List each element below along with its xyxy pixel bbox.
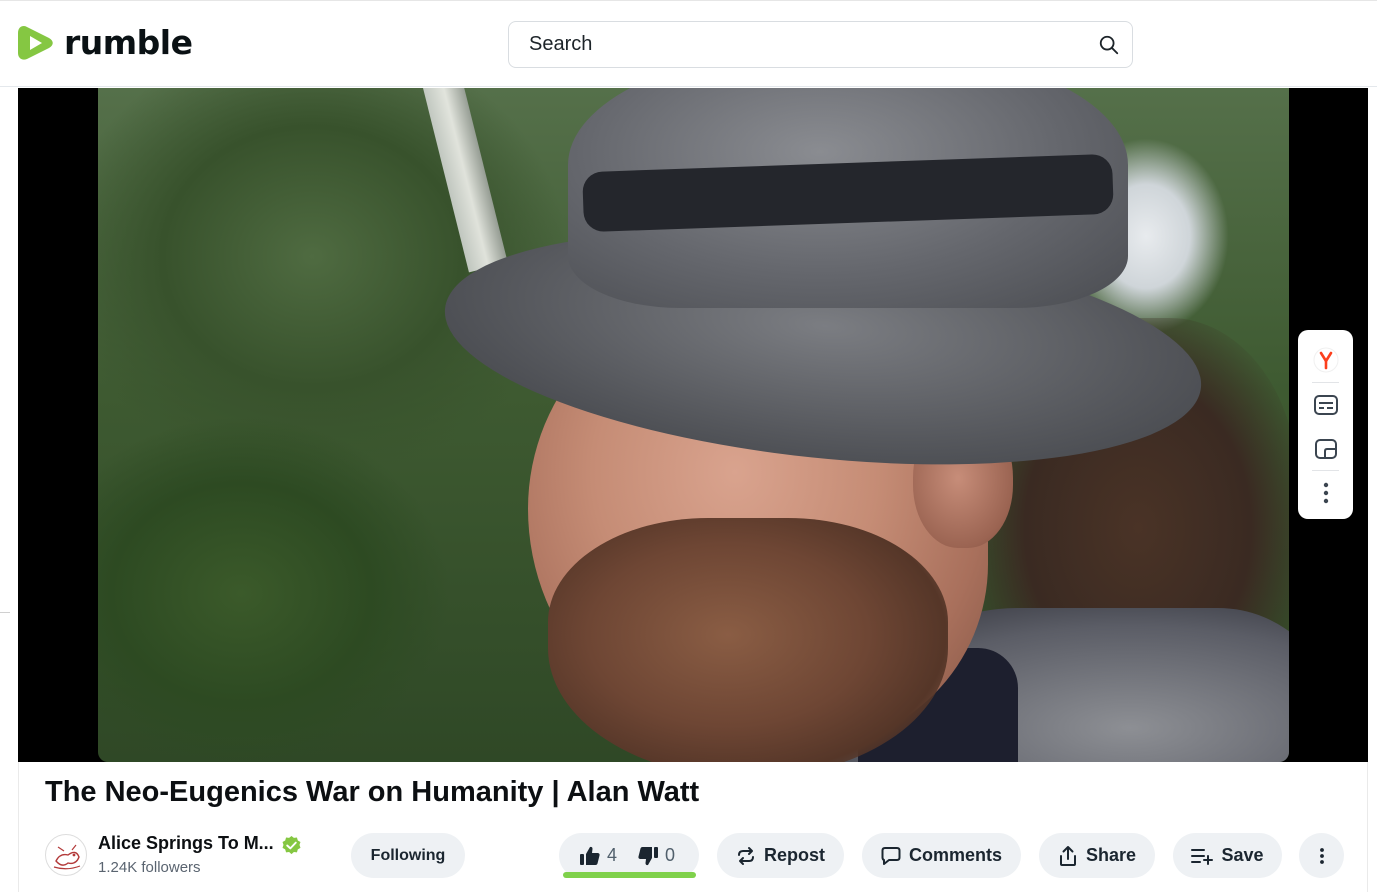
video-player[interactable]: [18, 88, 1368, 762]
share-label: Share: [1085, 845, 1137, 865]
search-input[interactable]: [529, 33, 1098, 56]
following-label: Following: [370, 846, 446, 864]
share-icon: [1059, 845, 1076, 866]
site-header: rumble: [0, 0, 1377, 87]
following-button[interactable]: Following: [351, 833, 465, 878]
like-count: 4: [607, 845, 618, 865]
logo-text: rumble: [64, 23, 193, 62]
repost-button[interactable]: Repost: [717, 833, 844, 878]
comments-button[interactable]: Comments: [862, 833, 1021, 878]
video-tree-trunk: [423, 88, 508, 273]
verified-icon: [282, 835, 301, 855]
channel-name[interactable]: Alice Springs To M...: [98, 833, 274, 854]
follower-count: 1.24K followers: [98, 859, 201, 876]
channel-avatar[interactable]: [45, 834, 87, 876]
comment-icon: [881, 846, 901, 865]
save-button[interactable]: Save: [1173, 833, 1282, 878]
pip-button[interactable]: [1298, 427, 1353, 471]
more-vertical-icon: [1323, 482, 1328, 504]
yandex-icon: [1313, 347, 1338, 373]
captions-button[interactable]: [1298, 383, 1353, 427]
more-options-button[interactable]: [1298, 471, 1353, 515]
video-info: The Neo-Eugenics War on Humanity | Alan …: [18, 762, 1368, 892]
vote-ratio-bar: [563, 872, 696, 878]
yandex-button[interactable]: [1298, 338, 1353, 382]
more-vertical-icon: [1319, 847, 1324, 864]
video-frame[interactable]: [98, 88, 1289, 762]
rumble-logo[interactable]: rumble: [18, 23, 193, 63]
more-actions-button[interactable]: [1299, 833, 1344, 878]
video-beard: [548, 518, 948, 762]
repost-label: Repost: [763, 845, 825, 865]
dislike-count: 0: [665, 845, 676, 865]
thumbs-down-icon[interactable]: [637, 845, 659, 867]
save-playlist-icon: [1191, 848, 1214, 865]
search-icon[interactable]: [1098, 34, 1120, 56]
rumble-logo-icon: [18, 26, 53, 60]
video-title: The Neo-Eugenics War on Humanity | Alan …: [45, 776, 700, 808]
comments-label: Comments: [908, 845, 1002, 865]
captions-icon: [1313, 395, 1338, 415]
share-button[interactable]: Share: [1039, 833, 1155, 878]
pip-icon: [1314, 439, 1337, 459]
repost-icon: [737, 846, 754, 865]
divider: [0, 612, 10, 613]
thumbs-up-icon[interactable]: [579, 845, 601, 867]
save-label: Save: [1221, 845, 1264, 865]
side-toolbar: [1298, 330, 1353, 519]
search-bar[interactable]: [508, 21, 1133, 68]
channel-avatar-icon: [53, 844, 81, 870]
